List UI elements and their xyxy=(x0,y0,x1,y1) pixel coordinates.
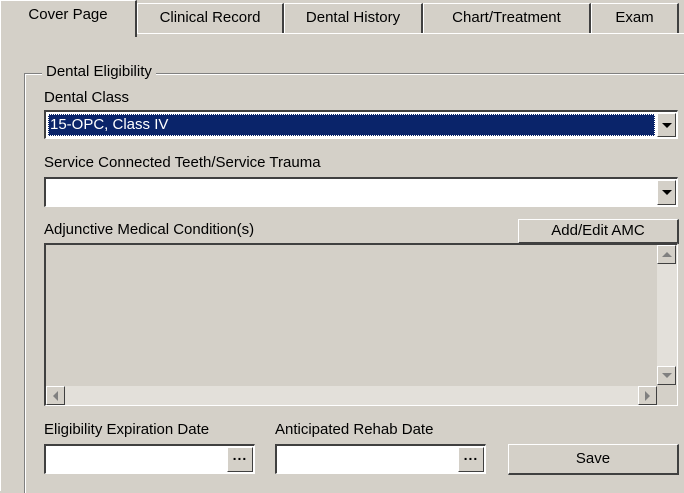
service-connected-value xyxy=(48,181,655,204)
scroll-up-button[interactable] xyxy=(657,245,676,264)
eligibility-expiration-label: Eligibility Expiration Date xyxy=(44,421,210,438)
arrow-up-icon xyxy=(661,252,672,257)
scroll-right-button[interactable] xyxy=(638,386,657,405)
arrow-left-icon xyxy=(53,390,58,401)
chevron-down-icon xyxy=(661,190,672,195)
amc-vertical-scrollbar[interactable] xyxy=(657,245,677,385)
anticipated-rehab-picker-button[interactable]: ... xyxy=(458,447,484,472)
eligibility-expiration-field[interactable]: ... xyxy=(44,444,255,474)
chevron-down-icon xyxy=(661,122,672,128)
save-button[interactable]: Save xyxy=(508,444,679,475)
tab-strip: Cover Page Clinical Record Dental Histor… xyxy=(0,0,684,37)
dental-class-value: 15-OPC, Class IV xyxy=(48,114,655,136)
scroll-down-button[interactable] xyxy=(657,366,676,385)
eligibility-expiration-picker-button[interactable]: ... xyxy=(227,447,253,472)
anticipated-rehab-label: Anticipated Rehab Date xyxy=(275,421,434,438)
tab-exam[interactable]: Exam xyxy=(591,3,679,34)
tab-clinical-record[interactable]: Clinical Record xyxy=(137,3,284,34)
tab-chart-treatment[interactable]: Chart/Treatment xyxy=(423,3,591,34)
arrow-down-icon xyxy=(661,373,672,378)
amc-horizontal-scrollbar[interactable] xyxy=(46,386,657,405)
dental-class-dropdown-button[interactable] xyxy=(657,113,676,137)
arrow-right-icon xyxy=(645,390,650,401)
scrollbar-corner xyxy=(657,385,677,405)
amc-list[interactable] xyxy=(44,243,678,406)
add-edit-amc-button[interactable]: Add/Edit AMC xyxy=(518,219,679,244)
group-title: Dental Eligibility xyxy=(42,61,156,83)
tab-panel-left-border xyxy=(0,33,1,491)
dental-class-label: Dental Class xyxy=(44,89,130,106)
scroll-left-button[interactable] xyxy=(46,386,65,405)
dental-class-select[interactable]: 15-OPC, Class IV xyxy=(44,110,678,139)
anticipated-rehab-field[interactable]: ... xyxy=(275,444,486,474)
tab-dental-history[interactable]: Dental History xyxy=(284,3,423,34)
service-connected-select[interactable] xyxy=(44,177,678,207)
tab-cover-page[interactable]: Cover Page xyxy=(0,0,137,37)
amc-label: Adjunctive Medical Condition(s) xyxy=(44,221,255,238)
service-connected-label: Service Connected Teeth/Service Trauma xyxy=(44,154,321,171)
service-connected-dropdown-button[interactable] xyxy=(657,180,676,205)
